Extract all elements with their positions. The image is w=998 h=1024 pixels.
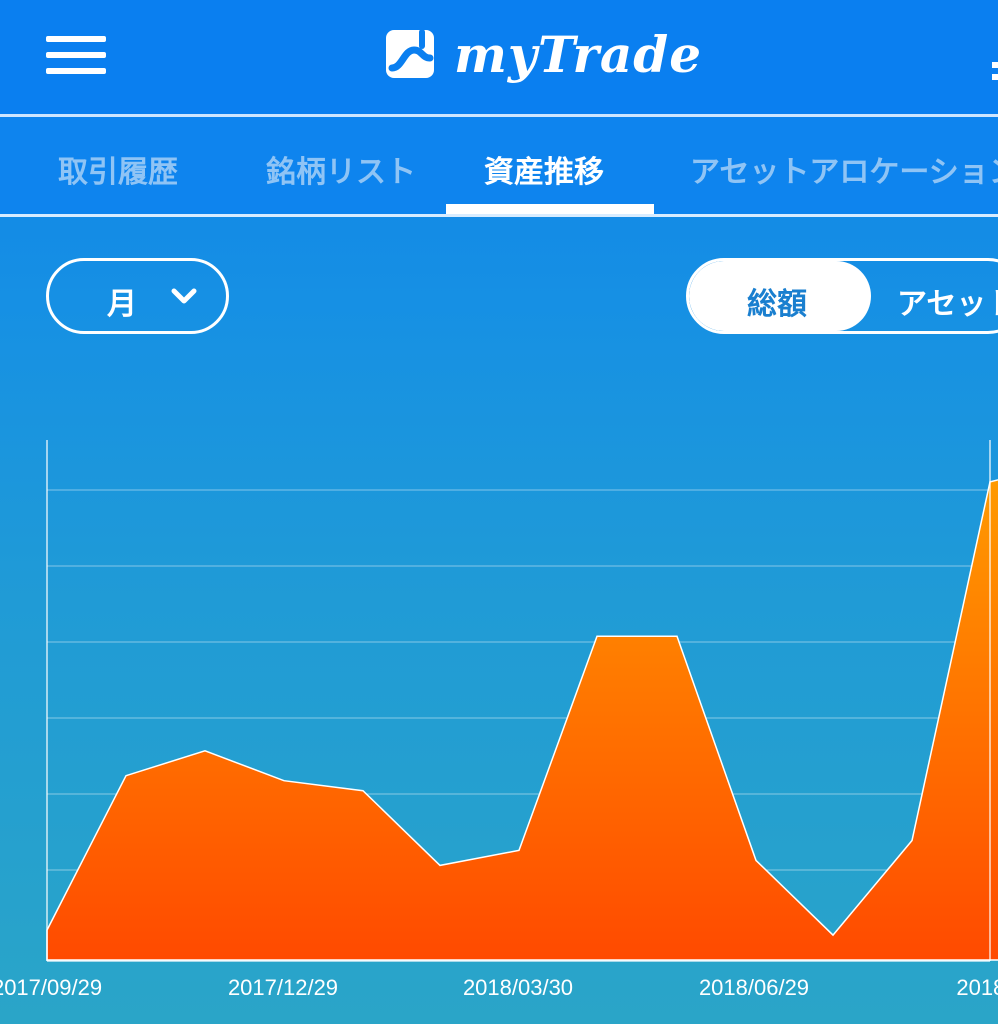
x-axis-ticks: 2017/09/29 2017/12/29 2018/03/30 2018/06/29… [0,975,998,1000]
tab-asset-allocation[interactable]: アセットアロケーション [690,147,998,191]
x-tick-label: 2018/03/30 [463,975,573,1000]
tab-bar: 取引履歴 銘柄リスト 資産推移 アセットアロケーション [0,117,998,215]
hamburger-menu-icon[interactable] [46,36,106,76]
segment-total-button[interactable]: 総額 [689,261,871,331]
tab-trade-history[interactable]: 取引履歴 [58,147,178,191]
segment-total-label: 総額 [747,287,807,322]
app-logo: myTrade [384,24,702,84]
period-dropdown[interactable]: 月 [46,258,229,334]
x-tick-label: 2018/06/29 [699,975,809,1000]
tab-stock-list[interactable]: 銘柄リスト [266,147,416,191]
asset-trend-chart: 2017/09/29 2017/12/29 2018/03/30 2018/06/29… [0,440,998,1000]
chevron-down-icon [171,288,197,304]
app-header: myTrade [0,0,998,116]
x-tick-label: 2017/12/29 [228,975,338,1000]
period-value: 月 [107,287,137,322]
asset-area-series [46,479,998,961]
x-tick-label: 2017/09/29 [0,975,102,1000]
tabs-divider [0,214,998,217]
app-title: myTrade [454,24,703,84]
segment-asset-button[interactable]: アセット [897,279,998,323]
view-segmented-control: 総額 アセット [686,258,998,334]
mytrade-logo-icon [386,29,434,78]
app-screen: myTrade 取引履歴 銘柄リスト 資産推移 アセットアロケーション 月 総額… [0,0,998,1024]
x-tick-label: 2018/0 [956,975,998,1000]
tab-asset-trend[interactable]: 資産推移 [484,147,604,191]
overflow-icon[interactable] [990,62,998,82]
